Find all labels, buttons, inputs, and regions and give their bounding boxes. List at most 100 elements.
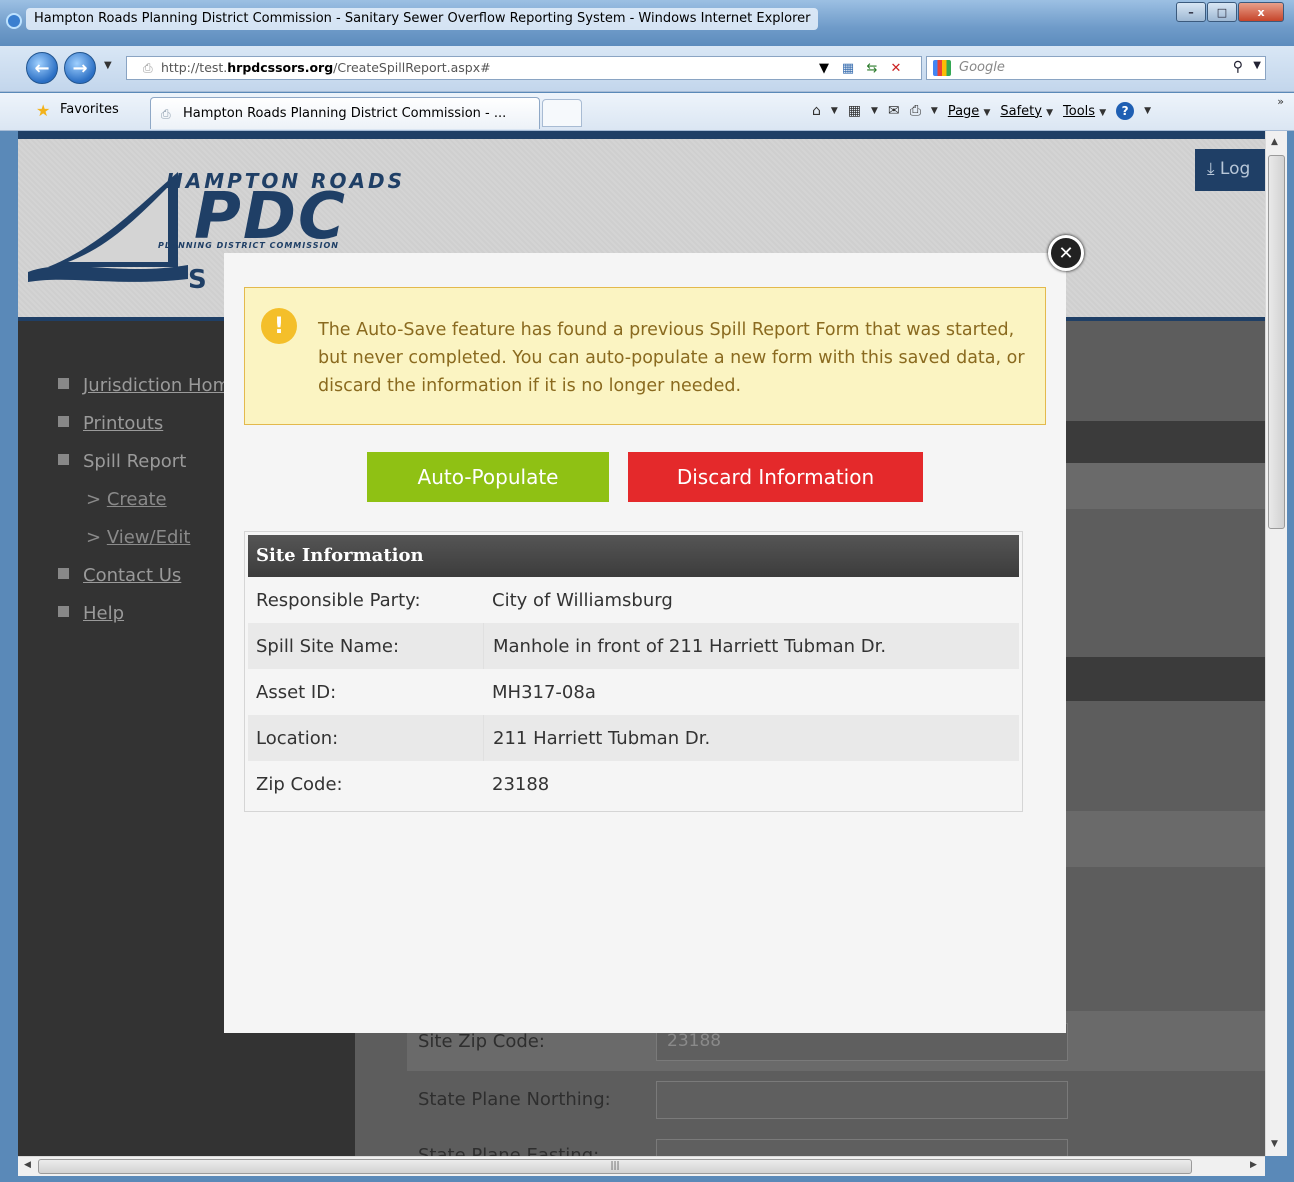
horizontal-scrollbar[interactable]: ◀ ||| ▶	[18, 1156, 1265, 1176]
chevron-more-icon[interactable]: »	[1277, 95, 1284, 108]
sidebar-item-contact-us[interactable]: Contact Us	[58, 565, 181, 586]
scroll-right-icon[interactable]: ▶	[1250, 1160, 1257, 1170]
address-dropdown-icon[interactable]: ▼	[814, 58, 834, 78]
close-modal-icon[interactable]: ✕	[1048, 235, 1084, 271]
scroll-left-icon[interactable]: ◀	[24, 1160, 31, 1170]
stop-icon[interactable]: ✕	[886, 58, 906, 78]
favorites-button[interactable]: Favorites	[60, 102, 119, 117]
bullet-icon	[58, 606, 69, 617]
row-label: Zip Code:	[256, 773, 343, 795]
bullet-icon	[58, 378, 69, 389]
login-icon: ⤓	[1207, 159, 1215, 179]
row-value: Manhole in front of 211 Harriett Tubman …	[493, 635, 887, 657]
address-input[interactable]: ⎙ http://test.hrpdcssors.org/CreateSpill…	[126, 56, 922, 80]
scroll-up-icon[interactable]: ▲	[1271, 137, 1278, 147]
sidebar-link[interactable]: Create	[107, 489, 167, 510]
login-label: Log	[1219, 159, 1251, 179]
autosave-alert: ! The Auto-Save feature has found a prev…	[244, 287, 1046, 425]
page-icon: ⎙	[143, 61, 153, 75]
site-information-panel: Site Information Responsible Party: City…	[244, 531, 1023, 812]
discard-information-button[interactable]: Discard Information	[628, 452, 923, 502]
maximize-button[interactable]: □	[1207, 2, 1237, 22]
bullet-icon	[58, 454, 69, 465]
sidebar-subitem-view-edit[interactable]: > View/Edit	[86, 527, 190, 548]
mail-icon[interactable]: ✉	[888, 103, 900, 119]
print-dropdown-icon: ▼	[930, 106, 938, 116]
address-buttons: ▼ ▦ ⇆ ✕	[814, 58, 906, 78]
url-path: /CreateSpillReport.aspx#	[333, 60, 491, 75]
sidebar-link[interactable]: View/Edit	[107, 527, 191, 548]
search-input[interactable]: Google ⚲ ▼	[926, 56, 1266, 80]
row-label: Location:	[256, 727, 339, 749]
new-tab-button[interactable]	[542, 99, 582, 127]
sidebar-item-printouts[interactable]: Printouts	[58, 413, 163, 434]
table-row: Location: 211 Harriett Tubman Dr.	[248, 715, 1019, 761]
autosave-modal: ! The Auto-Save feature has found a prev…	[224, 253, 1066, 1033]
page-viewport: HAMPTON ROADS PDC PLANNING DISTRICT COMM…	[18, 131, 1265, 1156]
vertical-scroll-thumb[interactable]	[1268, 155, 1285, 529]
state-plane-northing-input[interactable]	[656, 1081, 1068, 1119]
table-row: Asset ID: MH317-08a	[248, 669, 1019, 715]
auto-populate-button[interactable]: Auto-Populate	[367, 452, 609, 502]
back-icon[interactable]: ←	[26, 52, 58, 84]
favorites-star-icon[interactable]: ★	[36, 101, 50, 120]
home-icon[interactable]: ⌂	[812, 103, 821, 119]
tab-title: Hampton Roads Planning District Commissi…	[183, 106, 507, 121]
history-dropdown-icon[interactable]: ▼	[104, 60, 112, 71]
refresh-icon[interactable]: ⇆	[862, 58, 882, 78]
sidebar-subitem-create[interactable]: > Create	[86, 489, 167, 510]
search-icon[interactable]: ⚲	[1233, 59, 1243, 75]
sidebar-link[interactable]: Contact Us	[83, 565, 181, 586]
sidebar-link[interactable]: Jurisdiction Home	[83, 375, 241, 396]
sidebar-label: Spill Report	[83, 451, 187, 472]
warning-icon: !	[261, 308, 297, 344]
logo-sub-text: PLANNING DISTRICT COMMISSION	[158, 241, 339, 250]
tools-menu[interactable]: Tools ▼	[1063, 104, 1106, 119]
sidebar-link[interactable]: Printouts	[83, 413, 163, 434]
search-dropdown-icon[interactable]: ▼	[1253, 60, 1261, 71]
state-plane-easting-label: State Plane Easting:	[418, 1145, 600, 1156]
print-icon[interactable]: ⎙	[910, 103, 921, 119]
row-value: 211 Harriett Tubman Dr.	[493, 727, 711, 749]
window-titlebar: Hampton Roads Planning District Commissi…	[0, 0, 1294, 46]
row-value: MH317-08a	[492, 681, 596, 703]
bullet-icon	[58, 416, 69, 427]
ie-logo-icon	[6, 13, 22, 29]
logo-main-text: PDC	[194, 180, 347, 254]
rss-dropdown-icon: ▼	[871, 106, 878, 116]
help-icon[interactable]: ?	[1116, 102, 1135, 120]
table-row: Spill Site Name: Manhole in front of 211…	[248, 623, 1019, 669]
table-row: Zip Code: 23188	[248, 761, 1019, 807]
state-plane-northing-label: State Plane Northing:	[418, 1089, 611, 1110]
close-window-button[interactable]: x	[1238, 2, 1284, 22]
sidebar-item-jurisdiction-home[interactable]: Jurisdiction Home	[58, 375, 241, 396]
google-logo-icon	[933, 60, 951, 76]
rss-icon[interactable]: ▦	[848, 103, 861, 119]
minimize-button[interactable]: –	[1176, 2, 1206, 22]
sidebar-item-spill-report: Spill Report	[58, 451, 186, 472]
window-frame-bottom	[0, 1176, 1294, 1182]
state-plane-easting-input[interactable]	[656, 1139, 1068, 1156]
command-bar: ⌂ ▼ ▦ ▼ ✉ ⎙ ▼ Page ▼ Safety ▼ Tools ▼ ? ▼	[812, 102, 1151, 120]
bullet-icon	[58, 568, 69, 579]
site-information-header: Site Information	[248, 535, 1019, 577]
login-button[interactable]: ⤓ Log	[1195, 149, 1265, 191]
vertical-scrollbar[interactable]: ▲ ▼	[1265, 131, 1287, 1156]
page-menu[interactable]: Page ▼	[948, 104, 991, 119]
safety-menu[interactable]: Safety ▼	[1000, 104, 1053, 119]
row-value: City of Williamsburg	[492, 589, 673, 611]
home-dropdown-icon: ▼	[830, 106, 838, 116]
forward-icon[interactable]: →	[64, 52, 96, 84]
compat-view-icon[interactable]: ▦	[838, 58, 858, 78]
horizontal-scroll-thumb[interactable]: |||	[38, 1159, 1192, 1174]
row-label: Responsible Party:	[256, 589, 421, 611]
sidebar-item-help[interactable]: Help	[58, 603, 124, 624]
window-title: Hampton Roads Planning District Commissi…	[26, 8, 819, 30]
row-value: 23188	[492, 773, 550, 795]
address-toolbar: ← → ▼ ⎙ http://test.hrpdcssors.org/Creat…	[0, 46, 1294, 92]
help-dropdown-icon: ▼	[1144, 106, 1152, 116]
browser-tab[interactable]: ⎙ Hampton Roads Planning District Commis…	[150, 97, 540, 129]
favorites-bar: ★ Favorites ⎙ Hampton Roads Planning Dis…	[0, 93, 1294, 131]
sidebar-link[interactable]: Help	[83, 603, 124, 624]
scroll-down-icon[interactable]: ▼	[1271, 1139, 1278, 1149]
